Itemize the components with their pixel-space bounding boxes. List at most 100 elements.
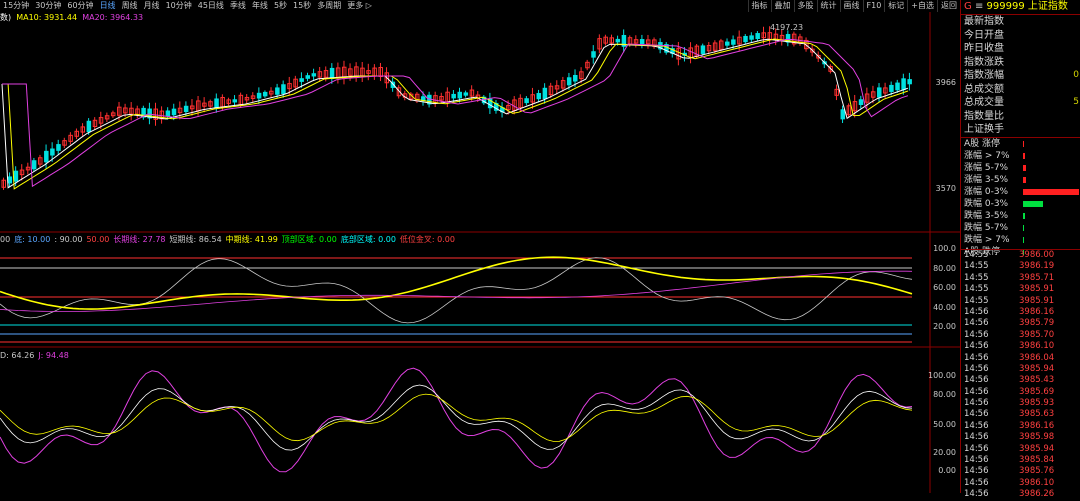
distribution-label: 跌幅 3-5% [964,210,1009,221]
tick-time: 14:56 [964,443,989,454]
period-8[interactable]: 季线 [227,0,249,12]
candle-body [31,160,37,170]
tick-price: 3985.63 [1019,409,1055,420]
index-code: 999999 [986,1,1025,12]
ma20-line [2,38,909,188]
tick-row: 14:55 3985.91 [961,296,1080,307]
period-9[interactable]: 年线 [249,0,271,12]
candle-body [183,105,189,113]
candle-body [725,41,730,46]
toolbar-button-2[interactable]: 多股 [793,0,817,12]
candle-body [591,51,596,58]
tick-time: 14:55 [964,284,989,295]
toolbar-button-1[interactable]: 叠加 [770,0,794,12]
quote-row-label: 指数量比 [964,110,1004,122]
candle-body [889,84,894,92]
distribution-bar [1023,176,1027,183]
period-13[interactable]: 更多 ▷ [344,0,375,12]
tick-time: 14:56 [964,306,989,317]
period-2[interactable]: 60分钟 [64,0,96,12]
tick-price: 3986.26 [1019,489,1055,500]
distribution-row-3: 涨幅 3-5% [961,174,1080,186]
ind1_labels-label-3: 50.00 [86,235,110,244]
quote-row-6: 总成交量 5 [961,96,1080,110]
distribution-row-1: 涨幅 > 7% [961,150,1080,162]
ma20-label: MA20: 3964.33 [82,13,144,22]
tick-time: 14:56 [964,477,989,488]
tick-row: 14:56 3986.16 [961,307,1080,318]
tick-time: 14:56 [964,375,989,386]
ind1_axis-tick-4: 20.00 [933,322,956,331]
toolbar: 指标 叠加 多股 统计 画线 F10 标记 +自选 返回 [747,0,960,12]
period-12[interactable]: 多周期 [314,0,344,12]
candle-body [281,84,286,95]
period-7[interactable]: 45日线 [195,0,227,12]
toolbar-button-5[interactable]: F10 [862,0,885,12]
chart-area[interactable]: 15分钟 30分钟 60分钟 日线 周线 月线 10分钟 45日线 季线 年线 5秒 15秒 多周期 更多… [0,0,960,493]
tick-list[interactable]: 14:55 3986.00 14:55 3986.19 14:55 3985.71 14:5… [961,249,1080,501]
quote-row-label: 指数涨幅 [964,70,1004,81]
price-axis-3570: 3570 [935,184,956,193]
candle-body [262,91,268,97]
toolbar-button-8[interactable]: 返回 [937,0,960,12]
indicator1-legend: 00 底: 10.00: 90.00 50.00 长期线: 27.78 短期线: 86.… [0,234,459,245]
candle-body [877,87,882,98]
candle-body [311,73,317,77]
tick-row: 14:55 3985.71 [961,273,1080,284]
quote-sidebar: G ≡ 999999 上证指数 最新指数 今日开盘 昨日收盘 指数涨跌 指数涨幅 0 总成交… [960,0,1080,499]
tick-price: 3986.10 [1019,477,1055,488]
sidebar-title[interactable]: G ≡ 999999 上证指数 [961,0,1080,15]
quote-row-0: 最新指数 [961,15,1080,29]
distribution-bar [1023,212,1025,219]
tick-time: 14:56 [964,409,989,420]
tick-time: 14:56 [964,352,989,363]
candle-body [573,74,578,82]
period-0[interactable]: 15分钟 [0,0,32,12]
quote-row-label: 指数涨跌 [964,56,1004,68]
distribution-row-5: 跌幅 0-3% [961,198,1080,210]
tick-row: 14:55 3985.91 [961,284,1080,295]
tick-row: 14:56 3985.79 [961,318,1080,329]
candle-body [743,35,748,43]
candle-body [451,93,456,99]
period-1[interactable]: 30分钟 [32,0,64,12]
tick-row: 14:56 3985.84 [961,455,1080,466]
distribution-label: 跌幅 0-3% [964,198,1009,209]
rise-fall-distribution: A股 涨停 涨幅 > 7% 涨幅 5-7% 涨幅 3-5% 涨幅 0-3% 跌幅 0-3%… [961,136,1080,258]
ind1_labels-label-9: 低位金叉: 0.00 [399,235,455,244]
indicator2-legend: D: 64.26 J: 94.48 [0,350,73,361]
period-10[interactable]: 5秒 [271,0,290,12]
ind2_axis-tick-0: 100.00 [928,371,956,380]
distribution-row-2: 涨幅 5-7% [961,162,1080,174]
toolbar-button-7[interactable]: +自选 [907,0,937,12]
toolbar-button-6[interactable]: 标记 [884,0,907,12]
ind2_axis-tick-1: 80.00 [933,390,956,399]
tick-time: 14:56 [964,398,989,409]
candle-body [755,33,760,39]
toolbar-button-0[interactable]: 指标 [747,0,771,12]
ind2_axis-tick-3: 20.00 [933,448,956,457]
period-5[interactable]: 月线 [141,0,163,12]
distribution-bar [1023,224,1024,231]
toolbar-button-3[interactable]: 统计 [816,0,840,12]
toolbar-button-4[interactable]: 画线 [839,0,863,12]
period-6[interactable]: 10分钟 [163,0,195,12]
ind1_labels-label-4: 长期线: 27.78 [113,235,166,244]
kline-chart[interactable] [0,0,960,493]
ind1_labels-label-1: 底: 10.00 [14,235,51,244]
tick-time: 14:56 [964,341,989,352]
period-3[interactable]: 日线 [97,0,119,12]
period-11[interactable]: 15秒 [290,0,314,12]
tick-price: 3985.43 [1019,375,1055,386]
ind1_axis-tick-0: 100.0 [933,244,956,253]
tick-price: 3985.91 [1019,295,1055,306]
ind2_labels-label-1: J: 94.48 [38,351,69,360]
quote-row-2: 昨日收盘 [961,42,1080,56]
ma-legend: 数) MA10: 3931.44 MA20: 3964.33 [0,12,143,23]
price-axis-3966: 3966 [935,78,956,87]
tick-price: 3985.76 [1019,466,1055,477]
tick-price: 3985.84 [1019,455,1055,466]
candle-body [700,45,706,54]
period-4[interactable]: 周线 [119,0,141,12]
candle-body [305,75,310,79]
